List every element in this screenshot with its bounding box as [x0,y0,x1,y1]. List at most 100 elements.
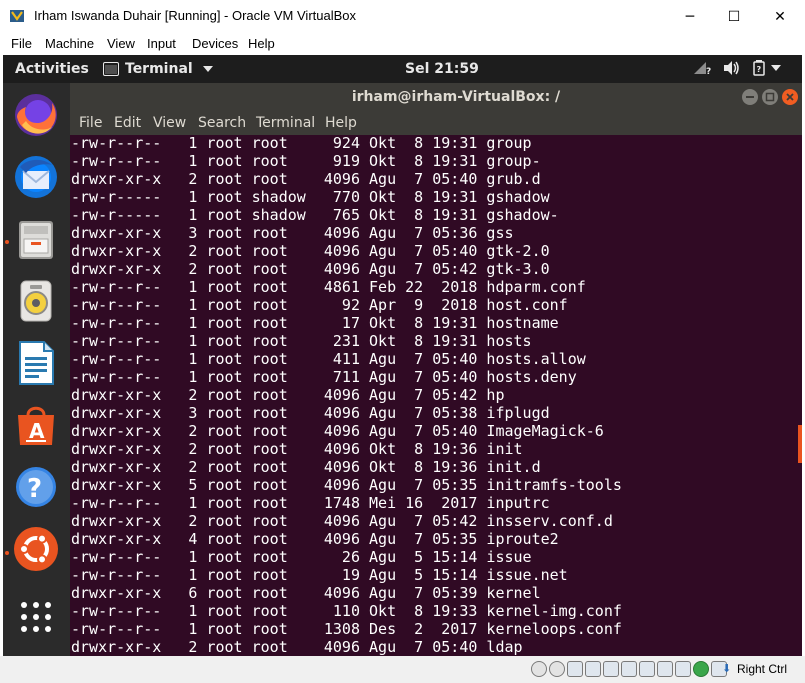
guest-screen[interactable]: Activities Terminal Sel 21:59 ? ? A ? ir… [3,55,802,656]
menu-view[interactable]: View [107,36,135,51]
scrollbar-indicator[interactable] [798,425,802,463]
terminal-output[interactable]: -rw-r--r-- 1 root root 924 Okt 8 19:31 g… [70,135,802,656]
ubuntu-dock: A ? [3,83,70,656]
system-tray[interactable]: ? ? [693,60,781,76]
terminal-line: -rw-r--r-- 1 root root 19 Agu 5 15:14 is… [71,566,568,584]
menu-help[interactable]: Help [248,36,275,51]
network-adapter-icon[interactable] [585,661,601,677]
terminal-line: drwxr-xr-x 2 root root 4096 Agu 7 05:40 … [71,422,604,440]
terminal-line: -rw-r--r-- 1 root root 26 Agu 5 15:14 is… [71,548,532,566]
close-icon: ✕ [774,8,786,25]
menu-file[interactable]: File [11,36,32,51]
terminal-line: drwxr-xr-x 2 root root 4096 Agu 7 05:40 … [71,638,523,656]
terminal-menu-view[interactable]: View [153,115,186,131]
app-menu-button[interactable]: Terminal [103,61,213,77]
svg-text:?: ? [706,67,711,76]
dock-software-center[interactable]: A [12,401,60,449]
terminal-maximize-button[interactable] [762,89,778,105]
volume-icon [724,61,739,75]
dock-files[interactable] [12,215,60,263]
dock-firefox[interactable] [12,91,60,139]
vbox-titlebar: Irham Iswanda Duhair [Running] - Oracle … [0,0,805,33]
dock-show-apps[interactable] [12,593,60,641]
software-center-icon: A [18,406,54,445]
dock-libreoffice-writer[interactable] [12,339,60,387]
battery-icon: ? [753,60,765,76]
running-indicator [5,240,9,244]
terminal-line: drwxr-xr-x 6 root root 4096 Agu 7 05:39 … [71,584,541,602]
terminal-line: -rw-r--r-- 1 root root 1308 Des 2 2017 k… [71,620,622,638]
usb-icon[interactable] [603,661,619,677]
terminal-headerbar[interactable]: irham@irham-VirtualBox: / [70,83,802,111]
terminal-line: drwxr-xr-x 3 root root 4096 Agu 7 05:38 … [71,404,550,422]
terminal-close-button[interactable] [782,89,798,105]
terminal-line: drwxr-xr-x 2 root root 4096 Agu 7 05:42 … [71,260,550,278]
window-title: Irham Iswanda Duhair [Running] - Oracle … [34,8,357,23]
minimize-button[interactable]: ─ [667,0,713,33]
terminal-minimize-button[interactable] [742,89,758,105]
hard-disk-icon[interactable] [531,661,547,677]
terminal-line: drwxr-xr-x 5 root root 4096 Agu 7 05:35 … [71,476,622,494]
cpu-activity-icon[interactable] [675,661,691,677]
terminal-menu-terminal[interactable]: Terminal [256,115,315,131]
menu-machine[interactable]: Machine [45,36,94,51]
menu-input[interactable]: Input [147,36,176,51]
svg-text:A: A [29,419,45,443]
maximize-button[interactable]: ☐ [711,0,757,33]
activities-button[interactable]: Activities [15,61,89,77]
optical-drive-icon[interactable] [549,661,565,677]
vbox-menubar: File Machine View Input Devices Help [0,33,805,55]
running-indicator [5,551,9,555]
terminal-line: drwxr-xr-x 2 root root 4096 Agu 7 05:40 … [71,242,550,260]
gnome-top-bar: Activities Terminal Sel 21:59 ? ? [3,55,802,83]
terminal-window-controls [742,89,798,105]
terminal-menu-file[interactable]: File [79,115,102,131]
terminal-line: -rw-r--r-- 1 root root 411 Agu 7 05:40 h… [71,350,586,368]
dock-thunderbird[interactable] [12,153,60,201]
maximize-icon [765,92,775,102]
svg-text:?: ? [757,65,762,74]
terminal-line: drwxr-xr-x 2 root root 4096 Agu 7 05:40 … [71,170,541,188]
terminal-line: -rw-r--r-- 1 root root 924 Okt 8 19:31 g… [71,135,532,152]
terminal-line: drwxr-xr-x 2 root root 4096 Okt 8 19:36 … [71,440,523,458]
audio-icon[interactable] [567,661,583,677]
close-button[interactable]: ✕ [757,0,803,33]
libreoffice-writer-icon [19,341,54,385]
shared-folders-icon[interactable] [621,661,637,677]
terminal-line: -rw-r--r-- 1 root root 919 Okt 8 19:31 g… [71,152,541,170]
vbox-statusbar: ⬇ Right Ctrl [0,656,805,683]
minimize-icon [746,96,754,98]
terminal-title: irham@irham-VirtualBox: / [351,89,561,105]
video-capture-icon[interactable] [657,661,673,677]
terminal-line: -rw-r--r-- 1 root root 17 Okt 8 19:31 ho… [71,314,559,332]
dock-rhythmbox[interactable] [12,277,60,325]
terminal-line: -rw-r----- 1 root shadow 770 Okt 8 19:31… [71,188,550,206]
terminal-line: drwxr-xr-x 4 root root 4096 Agu 7 05:35 … [71,530,559,548]
maximize-icon: ☐ [727,8,741,25]
files-icon [19,221,53,259]
terminal-menu-edit[interactable]: Edit [114,115,141,131]
display-icon[interactable] [639,661,655,677]
help-icon: ? [16,467,56,507]
host-key-label[interactable]: Right Ctrl [737,662,787,676]
guest-additions-icon[interactable] [693,661,709,677]
virtualbox-icon [10,10,24,22]
terminal-menu-help[interactable]: Help [325,115,357,131]
menu-devices[interactable]: Devices [192,36,238,51]
network-icon: ? [694,62,711,76]
terminal-line: drwxr-xr-x 3 root root 4096 Agu 7 05:36 … [71,224,514,242]
clock[interactable]: Sel 21:59 [405,61,479,77]
terminal-line: -rw-r--r-- 1 root root 92 Apr 9 2018 hos… [71,296,568,314]
terminal-line: -rw-r--r-- 1 root root 711 Agu 7 05:40 h… [71,368,577,386]
terminal-line: drwxr-xr-x 2 root root 4096 Okt 8 19:36 … [71,458,541,476]
terminal-line: -rw-r--r-- 1 root root 231 Okt 8 19:31 h… [71,332,532,350]
svg-text:?: ? [27,474,42,504]
terminal-line: -rw-r--r-- 1 root root 4861 Feb 22 2018 … [71,278,586,296]
terminal-line: -rw-r----- 1 root shadow 765 Okt 8 19:31… [71,206,559,224]
dock-ubuntu[interactable] [12,525,60,573]
terminal-menubar: File Edit View Search Terminal Help [70,111,802,135]
terminal-line: -rw-r--r-- 1 root root 110 Okt 8 19:33 k… [71,602,622,620]
terminal-menu-search[interactable]: Search [198,115,246,131]
dock-help[interactable]: ? [12,463,60,511]
terminal-line: drwxr-xr-x 2 root root 4096 Agu 7 05:42 … [71,386,505,404]
